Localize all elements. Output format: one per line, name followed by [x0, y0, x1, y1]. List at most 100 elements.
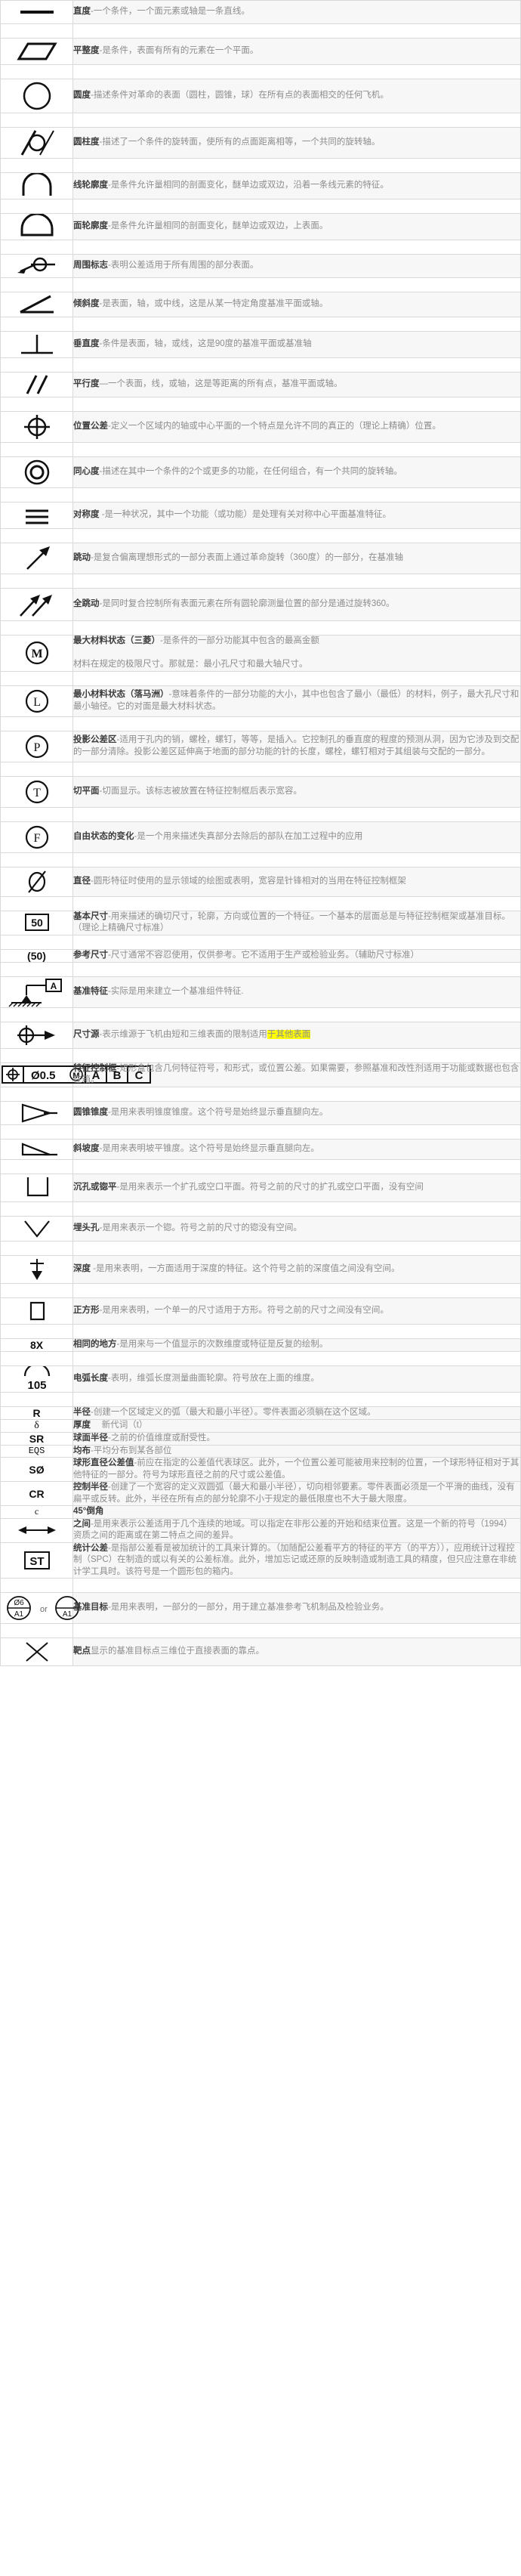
symbol-definition: -之前的价值维度或耐受性。 — [108, 1433, 215, 1443]
table-row: M 最大材料状态（三菱）-是条件的一部分功能其中包含的最高金额 材料在规定的极限尺寸… — [0, 635, 521, 672]
symbol-term: 基准特征 — [73, 986, 108, 996]
spacer-desc-cell — [72, 23, 521, 39]
symbol-description: 正方形-是用来表明，一个单一的尺寸适用于方形。符号之前的尺寸之间没有空间。 — [72, 1297, 521, 1325]
spacer-symbol-cell — [0, 1391, 73, 1407]
spacer-symbol-cell — [0, 895, 73, 911]
spacer-row — [0, 528, 521, 543]
symbol-description: 圆锥锥度-是用来表明锥度锥度。这个符号是始终显示垂直腿向左。 — [72, 1100, 521, 1125]
spacer-row — [0, 1086, 521, 1102]
table-row: ST 统计公差-是指部公差看是被加统计的工具来计算的。（加随配公差看平方的特征的平… — [0, 1542, 521, 1579]
svg-text:M: M — [31, 648, 42, 660]
spacer-row — [0, 1282, 521, 1298]
symbol-description: 切平面-切面显示。该标志被放置在特征控制框后表示宽容。 — [72, 775, 521, 808]
depth-icon — [0, 1254, 73, 1284]
symbol-definition: -是用来与一个值显示的次数维度或特征是反复的绘制。 — [116, 1339, 328, 1349]
spacer-row — [0, 1323, 521, 1339]
reference-dimension-icon: (50) — [0, 948, 73, 963]
spacer-symbol-cell — [0, 934, 73, 950]
symbol-description: 平行度—一个表面，线，或轴，这是等距离的所有点，基准平面或轴。 — [72, 372, 521, 397]
statistical-tolerance-icon: ST — [0, 1542, 73, 1579]
symbol-term: 特征控制框 — [73, 1063, 117, 1073]
symbol-term: 均布 — [73, 1446, 91, 1455]
table-row: SØ 球形直径公差值-前应在指定的公差值代表球区。此外，一个位置公差可能被用来控制… — [0, 1457, 521, 1482]
spacer-symbol-cell — [0, 1578, 73, 1593]
symbol-term: 45°倒角 — [73, 1507, 104, 1516]
spacer-row — [0, 761, 521, 777]
symbol-term: 之间 — [73, 1519, 91, 1529]
spacer-symbol-cell — [0, 1323, 73, 1339]
spacer-desc-cell — [72, 1124, 521, 1140]
symbol-term: 切平面 — [73, 786, 100, 796]
symbol-term: 同心度 — [73, 467, 100, 477]
spacer-row — [0, 442, 521, 457]
table-row: 斜坡度-是用来表明坡平锥度。这个符号是始终显示垂直腿向左。 — [0, 1138, 521, 1160]
table-row: 平行度—一个表面，线，或轴，这是等距离的所有点，基准平面或轴。 — [0, 372, 521, 397]
spacer-symbol-cell — [0, 442, 73, 457]
table-row: 同心度-描述在其中一个条件的2个或更多的功能，在任何组合，有一个共同的旋转轴。 — [0, 456, 521, 488]
spacer-desc-cell — [72, 397, 521, 412]
spacer-desc-cell — [72, 806, 521, 822]
symbol-definition: -是条件允许量相同的剖面变化，醚单边或双边，上表面。 — [108, 221, 328, 231]
symbol-term: 厚度 — [73, 1420, 91, 1430]
symbol-definition: -是用来表明锥度锥度。这个符号是始终显示垂直腿向左。 — [108, 1107, 328, 1117]
spacer-symbol-cell — [0, 961, 73, 977]
spacer-symbol-cell — [0, 357, 73, 373]
spacer-row — [0, 1391, 521, 1407]
spacer-symbol-cell — [0, 1086, 73, 1102]
spacer-symbol-cell — [0, 158, 73, 173]
spacer-desc-cell — [72, 240, 521, 255]
symbol-definition-extra: 材料在规定的极限尺寸。那就是：最小孔尺寸和最大轴尺寸。 — [73, 660, 308, 669]
spacer-row — [0, 113, 521, 128]
symbol-definition: -表明公差适用于所有周围的部分表面。 — [108, 261, 259, 271]
symbol-definition: -是用来表明，一部分的一部分，用于建立基准参考飞机制品及检验业务。 — [108, 1603, 389, 1613]
table-row: F 自由状态的变化-是一个用来描述失真部分去除后的部队在加工过程中的应用 — [0, 821, 521, 853]
target-point-icon — [0, 1637, 73, 1666]
spacer-desc-cell — [72, 528, 521, 543]
table-row: 50 基本尺寸-用来描述的确切尺寸，轮廓，方向或位置的一个特征。一个基本的层面总是… — [0, 910, 521, 935]
symbol-term: 圆柱度 — [73, 138, 100, 147]
symbol-description: 统计公差-是指部公差看是被加统计的工具来计算的。（加随配公差看平方的特征的平方（… — [72, 1542, 521, 1579]
symbol-description: 圆度-描述条件对革命的表面（圆柱，圆锥，球）在所有点的表面相交的任何飞机。 — [72, 79, 521, 113]
arc-length-icon: 105 — [0, 1365, 73, 1393]
square-icon — [0, 1297, 73, 1325]
spacer-row — [0, 1578, 521, 1593]
symmetry-icon — [0, 502, 73, 529]
table-row: 跳动-是复合偏离理想形式的一部分表面上通过革命旋转（360度）的一部分，在基准轴 — [0, 543, 521, 574]
spacer-symbol-cell — [0, 528, 73, 543]
spacer-desc-cell — [72, 357, 521, 373]
table-row: EQS 均布-平均分布到某各部位 — [0, 1444, 521, 1458]
spacer-symbol-cell — [0, 1282, 73, 1298]
table-row: 8X 相同的地方-是用来与一个值显示的次数维度或特征是反复的绘制。 — [0, 1337, 521, 1352]
diameter-icon — [0, 866, 73, 897]
spacer-symbol-cell — [0, 277, 73, 292]
spacer-row — [0, 620, 521, 635]
least-material-condition-icon: L — [0, 685, 73, 717]
symbol-definition: 显示的基准目标点三维位于直接表面的靠点。 — [91, 1647, 264, 1656]
spacer-desc-cell — [72, 317, 521, 332]
table-row: 深度 -是用来表明，一方面适用于深度的特征。这个符号之前的深度值之间没有空间。 — [0, 1254, 521, 1284]
spacer-desc-cell — [72, 487, 521, 503]
table-row: 沉孔或锪平-是用来表示一个扩孔或空口平面。符号之前的尺寸的扩孔或空口平面，没有空… — [0, 1173, 521, 1202]
symbol-description: 圆柱度-描述了一个条件的旋转面，使所有的点面距离相等，一个共同的旋转轴。 — [72, 127, 521, 159]
spacer-row — [0, 961, 521, 977]
symbol-definition: -切面显示。该标志被放置在特征控制框后表示宽容。 — [99, 786, 302, 796]
spacer-symbol-cell — [0, 1623, 73, 1638]
table-row: (50) 参考尺寸-尺寸通常不容忍使用，仅供参考。它不适用于生产或检验业务。（辅助… — [0, 948, 521, 963]
spacer-symbol-cell — [0, 317, 73, 332]
symbol-definition: -条件是表面，轴，或线，这是90度的基准平面或基准轴 — [99, 339, 312, 349]
spacer-row — [0, 934, 521, 950]
symbol-description: 跳动-是复合偏离理想形式的一部分表面上通过革命旋转（360度）的一部分，在基准轴 — [72, 543, 521, 574]
symbol-definition: 新代词（t） — [91, 1420, 148, 1430]
symbol-term: 圆度 — [73, 91, 91, 101]
symbol-definition: -一个条件，一个面元素或轴是一条直线。 — [91, 7, 250, 17]
spacer-desc-cell — [72, 113, 521, 128]
symbol-description: 球形直径公差值-前应在指定的公差值代表球区。此外，一个位置公差可能被用来控制的位… — [72, 1457, 521, 1482]
number-of-places-icon: 8X — [0, 1337, 73, 1352]
symbol-term: 全跳动 — [73, 599, 100, 609]
symbol-description: 对称度 -是一种状况，其中一个功能（或功能）是处理有关对称中心平面基准特征。 — [72, 502, 521, 529]
spacer-symbol-cell — [0, 852, 73, 867]
svg-text:T: T — [33, 787, 41, 799]
table-row: 垂直度-条件是表面，轴，或线，这是90度的基准平面或基准轴 — [0, 331, 521, 358]
spacer-symbol-cell — [0, 199, 73, 214]
symbol-description: 倾斜度-是表面，轴，或中线，这是从某一特定角度基准平面或轴。 — [72, 292, 521, 317]
